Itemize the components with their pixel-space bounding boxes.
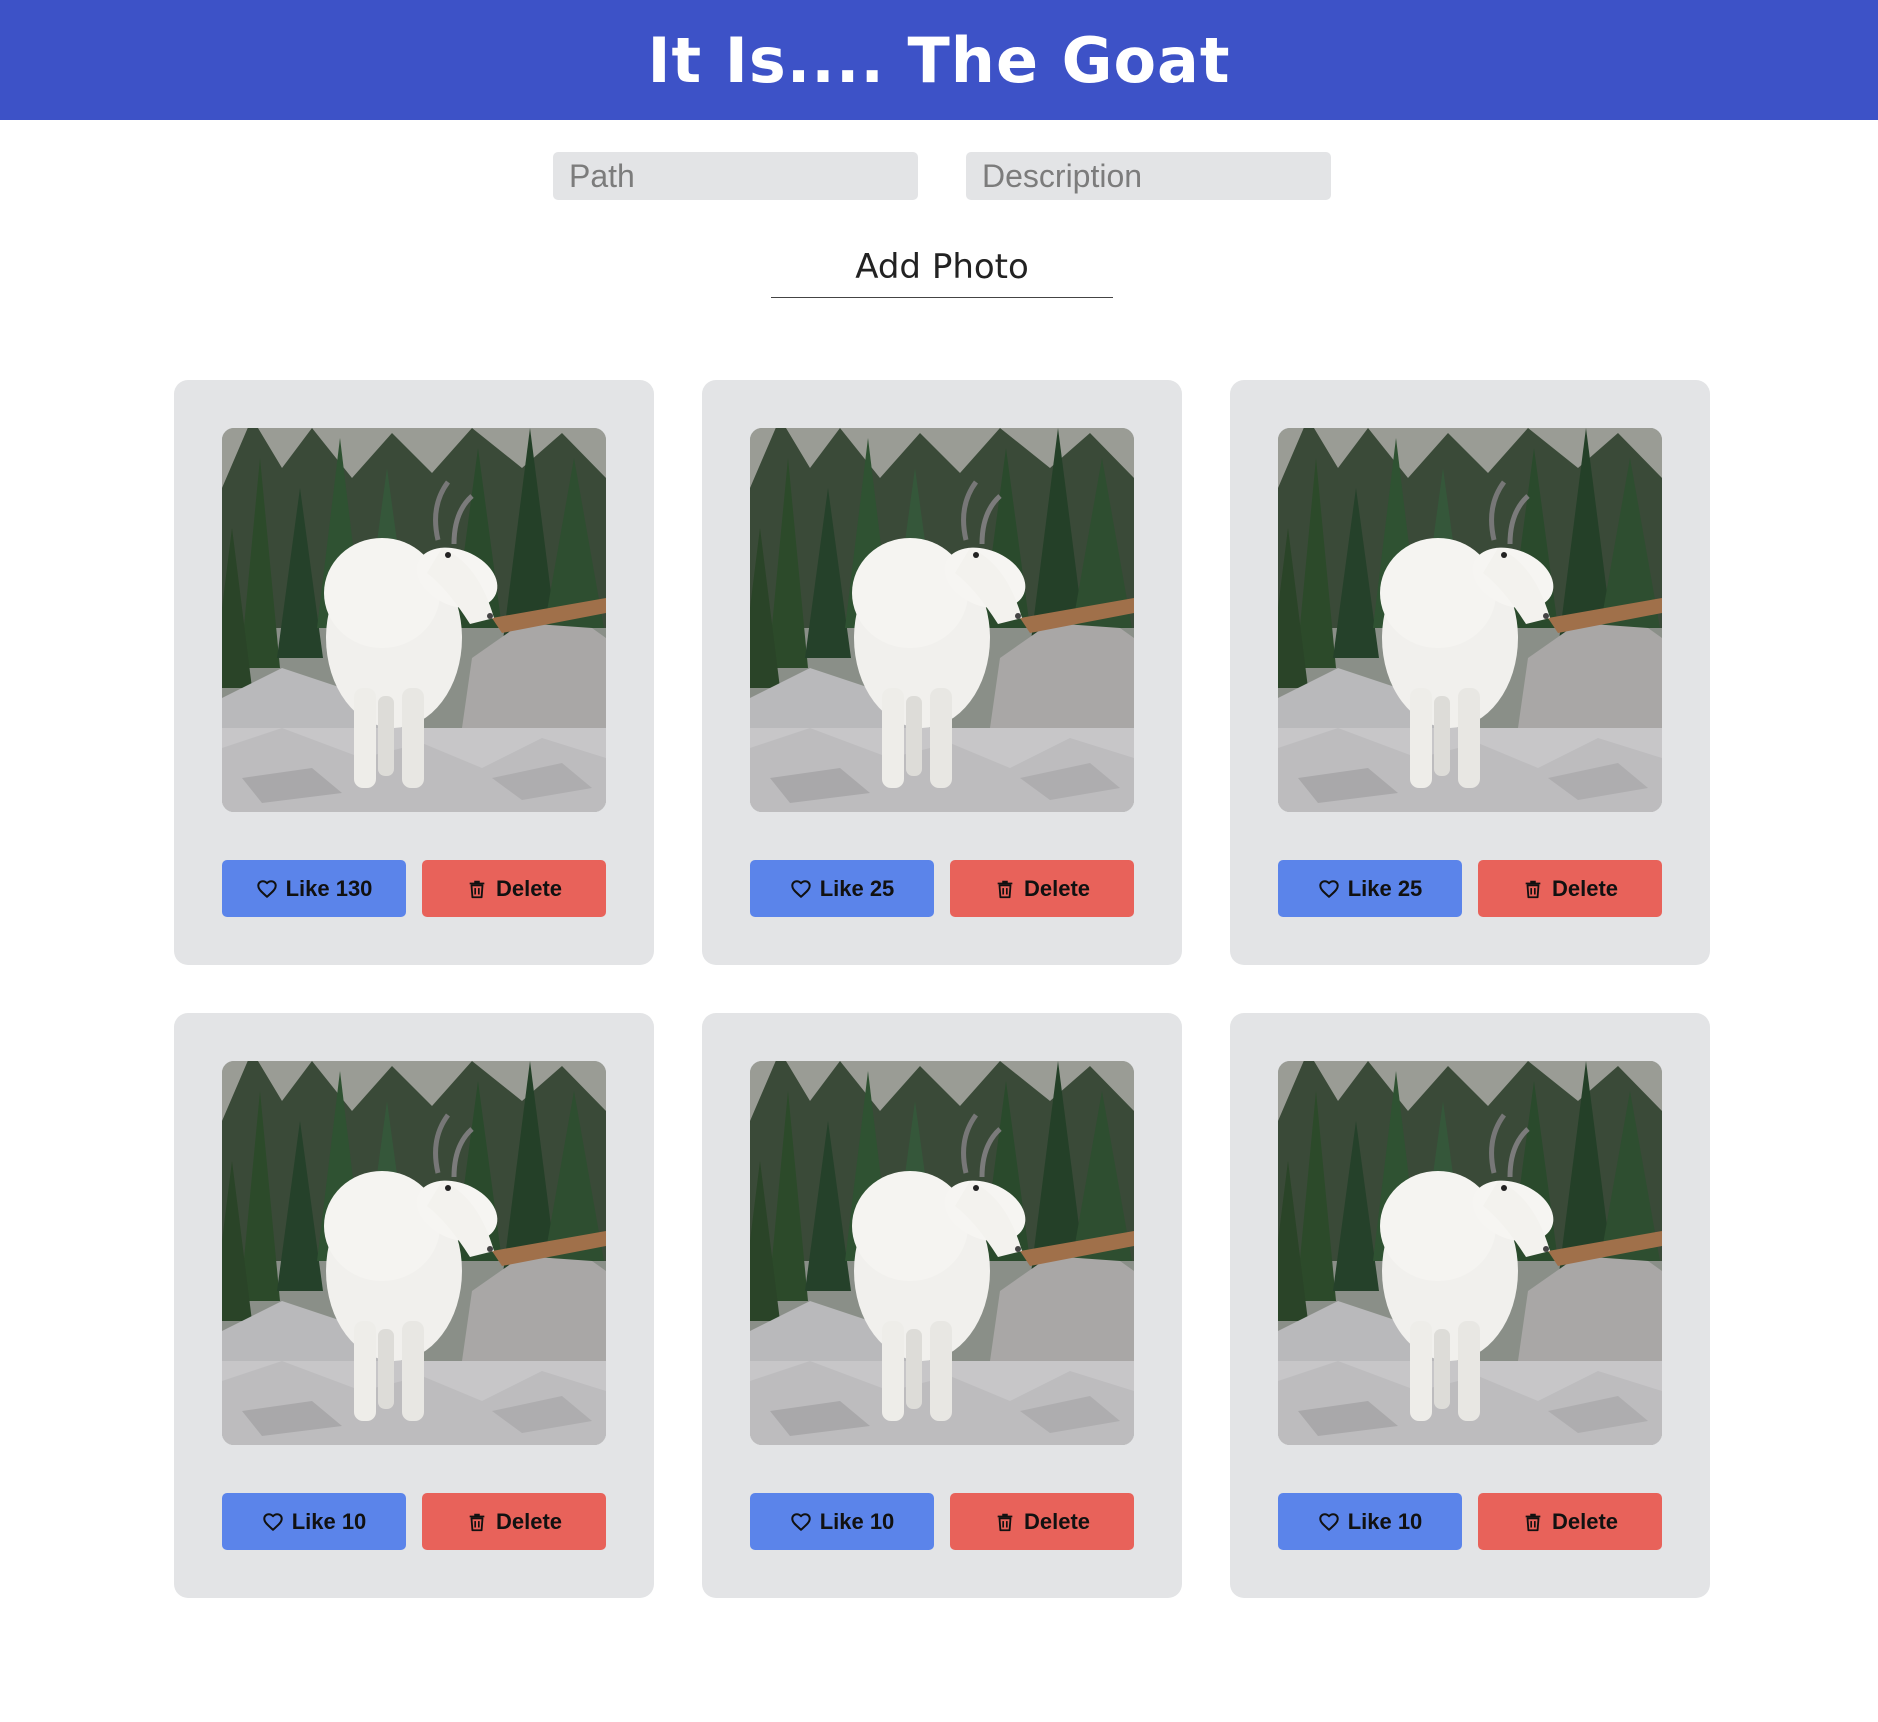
delete-label: Delete <box>495 875 563 901</box>
photo-card: Like 10 Delete <box>174 1013 654 1598</box>
delete-button[interactable]: Delete <box>950 1493 1134 1550</box>
delete-label: Delete <box>495 1508 563 1534</box>
like-button[interactable]: Like 25 <box>750 860 934 917</box>
photo-card: Like 10 Delete <box>1230 1013 1710 1598</box>
delete-label: Delete <box>1551 1508 1619 1534</box>
like-label: Like 25 <box>1347 875 1423 901</box>
trash-icon <box>994 1511 1016 1533</box>
trash-icon <box>1522 1511 1544 1533</box>
description-input[interactable] <box>966 152 1331 200</box>
delete-button[interactable]: Delete <box>950 860 1134 917</box>
delete-button[interactable]: Delete <box>1478 1493 1662 1550</box>
goat-photo <box>222 428 606 812</box>
delete-label: Delete <box>1023 1508 1091 1534</box>
delete-button[interactable]: Delete <box>422 1493 606 1550</box>
heart-icon <box>790 878 812 900</box>
heart-icon <box>1318 878 1340 900</box>
like-label: Like 10 <box>291 1508 367 1534</box>
like-button[interactable]: Like 10 <box>750 1493 934 1550</box>
trash-icon <box>466 1511 488 1533</box>
heart-icon <box>256 878 278 900</box>
trash-icon <box>466 878 488 900</box>
delete-button[interactable]: Delete <box>1478 860 1662 917</box>
like-button[interactable]: Like 10 <box>1278 1493 1462 1550</box>
heart-icon <box>790 1511 812 1533</box>
trash-icon <box>994 878 1016 900</box>
like-label: Like 130 <box>285 875 373 901</box>
photo-card: Like 130 Delete <box>174 380 654 965</box>
app-header: It Is.... The Goat <box>0 0 1878 120</box>
photo-card: Like 25 Delete <box>1230 380 1710 965</box>
trash-icon <box>1522 878 1544 900</box>
like-label: Like 10 <box>819 1508 895 1534</box>
delete-label: Delete <box>1551 875 1619 901</box>
goat-photo <box>222 1061 606 1445</box>
like-label: Like 10 <box>1347 1508 1423 1534</box>
add-photo-button[interactable]: Add Photo <box>771 236 1113 298</box>
like-label: Like 25 <box>819 875 895 901</box>
path-input[interactable] <box>553 152 918 200</box>
photo-card: Like 10 Delete <box>702 1013 1182 1598</box>
photo-card: Like 25 Delete <box>702 380 1182 965</box>
delete-button[interactable]: Delete <box>422 860 606 917</box>
goat-photo <box>750 1061 1134 1445</box>
goat-photo <box>1278 1061 1662 1445</box>
like-button[interactable]: Like 130 <box>222 860 406 917</box>
heart-icon <box>1318 1511 1340 1533</box>
like-button[interactable]: Like 10 <box>222 1493 406 1550</box>
like-button[interactable]: Like 25 <box>1278 860 1462 917</box>
page-title: It Is.... The Goat <box>647 23 1231 97</box>
heart-icon <box>262 1511 284 1533</box>
goat-photo <box>750 428 1134 812</box>
delete-label: Delete <box>1023 875 1091 901</box>
goat-photo <box>1278 428 1662 812</box>
